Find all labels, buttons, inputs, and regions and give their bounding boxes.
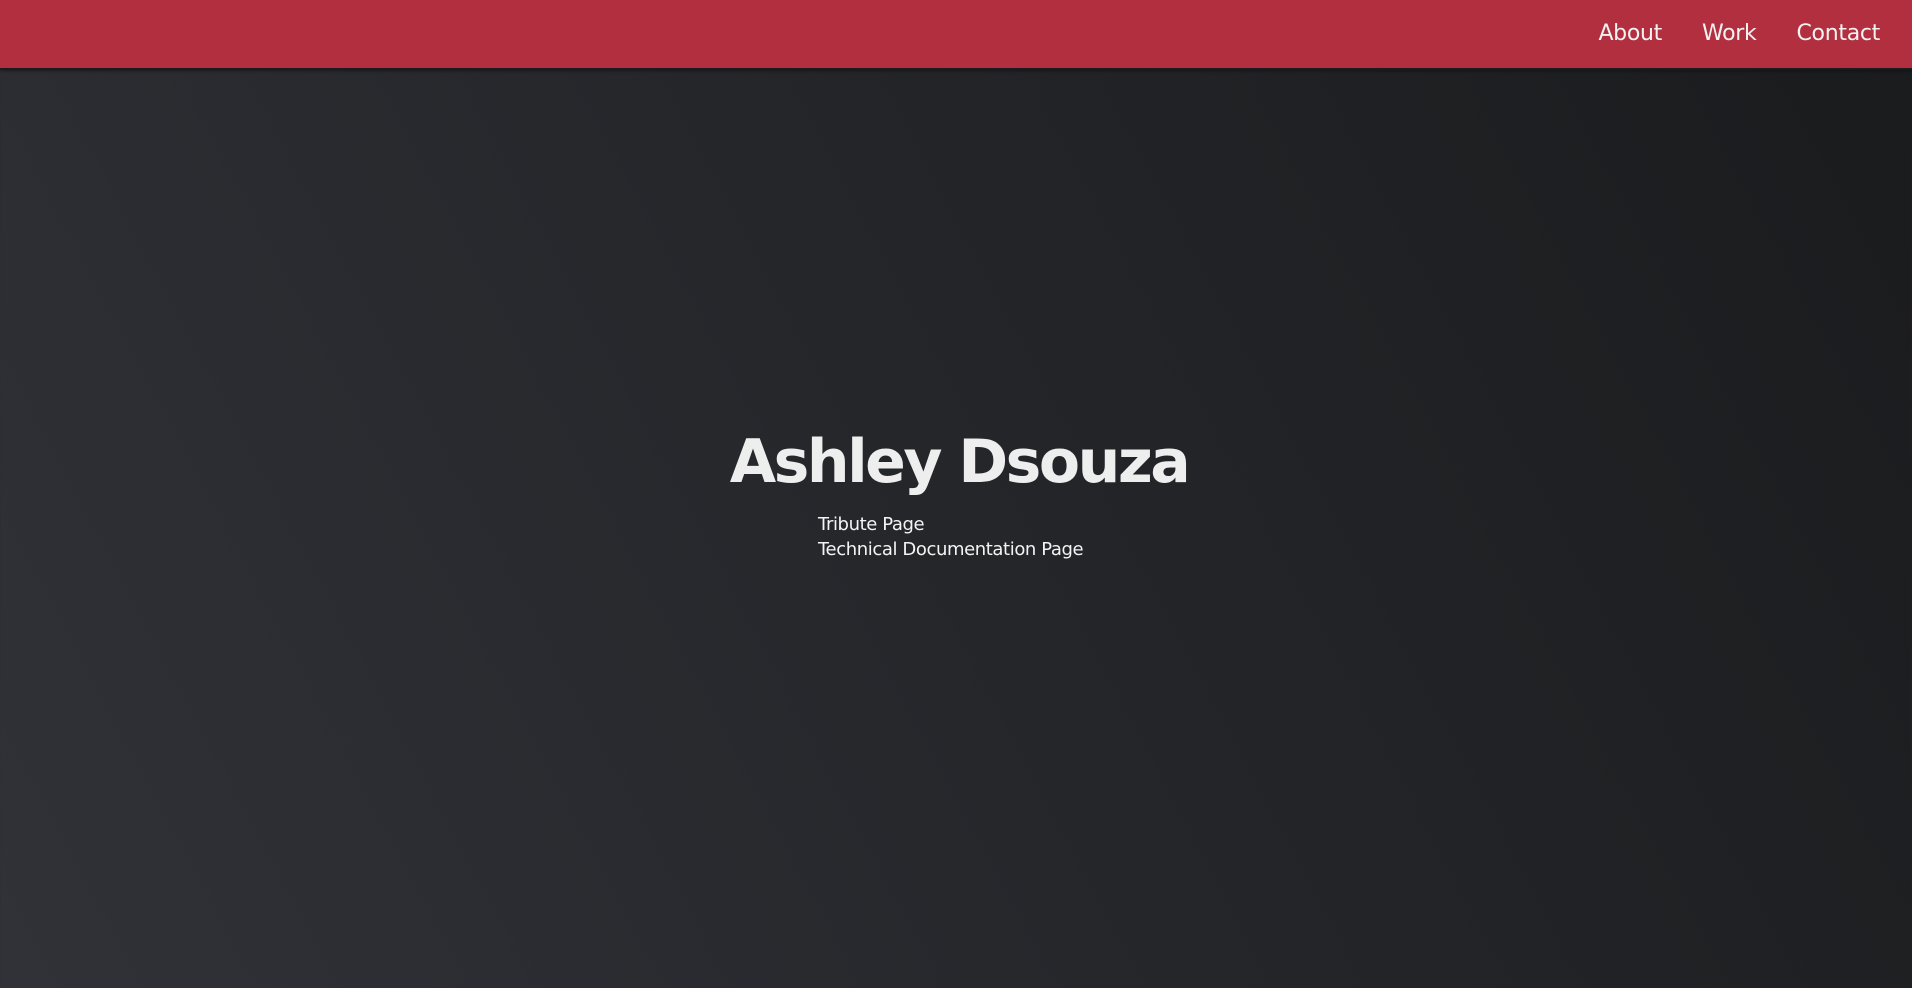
nav-item-work: Work <box>1682 0 1777 68</box>
project-item: Technical Documentation Page <box>818 537 1084 562</box>
nav-list: About Work Contact <box>1578 0 1880 68</box>
nav-link-contact[interactable]: Contact <box>1777 0 1881 68</box>
hero-name-heading: Ashley Dsouza <box>729 427 1191 497</box>
project-link-technical-documentation-page[interactable]: Technical Documentation Page <box>818 537 1084 562</box>
project-link-list: Tribute Page Technical Documentation Pag… <box>818 512 1084 562</box>
welcome-section: Ashley Dsouza Tribute Page Technical Doc… <box>0 70 1912 988</box>
nav-link-work[interactable]: Work <box>1682 0 1777 68</box>
nav-item-contact: Contact <box>1777 0 1881 68</box>
nav-link-about[interactable]: About <box>1578 0 1682 68</box>
nav-item-about: About <box>1578 0 1682 68</box>
project-link-tribute-page[interactable]: Tribute Page <box>818 512 925 537</box>
project-item: Tribute Page <box>818 512 1083 537</box>
top-navbar: About Work Contact <box>0 0 1912 70</box>
